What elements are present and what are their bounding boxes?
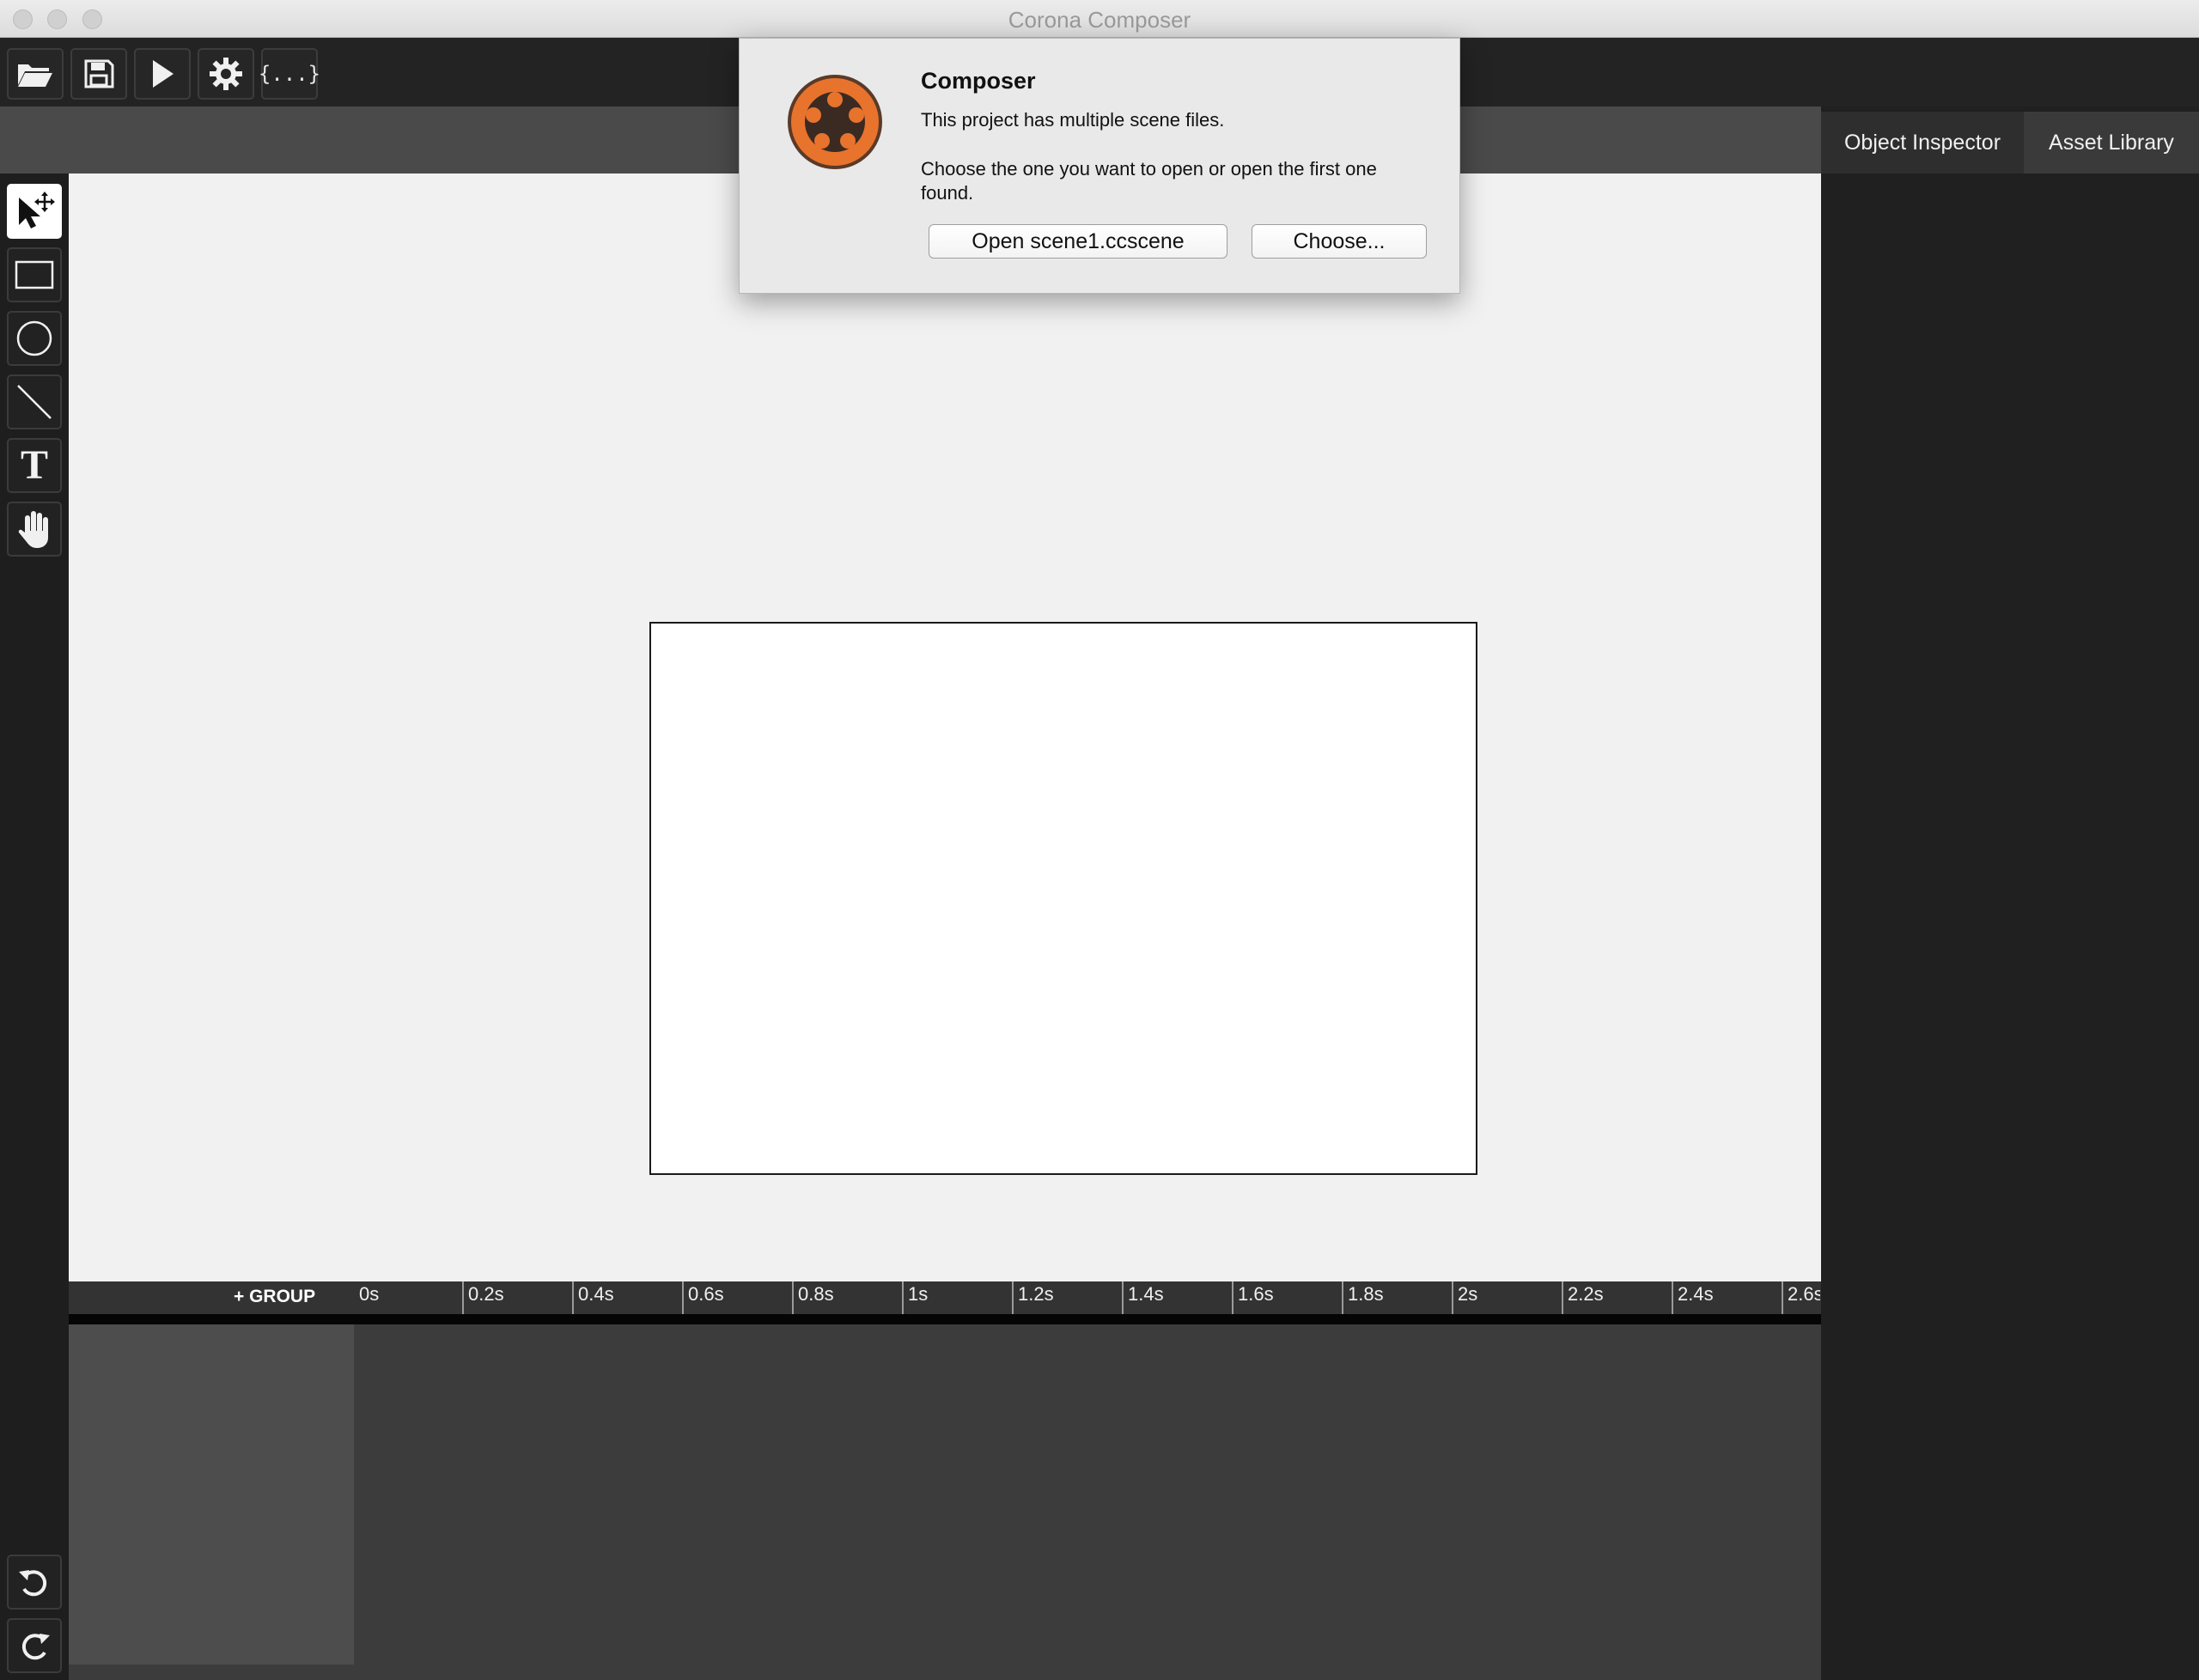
timeline-tick-label: 0s: [359, 1283, 380, 1305]
choose-scene-button[interactable]: Choose...: [1252, 224, 1427, 259]
line-icon: [17, 385, 52, 419]
play-icon: [153, 60, 174, 88]
open-folder-button[interactable]: [7, 48, 64, 100]
folder-open-icon: [18, 64, 52, 87]
timeline-tick: [1452, 1281, 1453, 1314]
timeline-tick: [1782, 1281, 1783, 1314]
timeline-tick: [1232, 1281, 1234, 1314]
redo-icon: [21, 1634, 50, 1660]
timeline-tick: [682, 1281, 684, 1314]
code-button[interactable]: {...}: [258, 48, 321, 100]
timeline-tick-label: 0.8s: [798, 1283, 834, 1305]
settings-button[interactable]: [198, 48, 254, 100]
gear-icon: [210, 58, 242, 90]
timeline-tick-label: 2.6s: [1788, 1283, 1820, 1305]
play-button[interactable]: [134, 48, 191, 100]
timeline-tick-label: 0.2s: [468, 1283, 504, 1305]
timeline-tick: [1562, 1281, 1563, 1314]
timeline-tick-label: 2.4s: [1678, 1283, 1714, 1305]
timeline-tick: [792, 1281, 794, 1314]
timeline-tick: [1012, 1281, 1014, 1314]
window-titlebar: Corona Composer: [0, 0, 2199, 38]
pointer-move-icon: [19, 192, 55, 228]
timeline-tick-label: 1.6s: [1238, 1283, 1274, 1305]
add-group-button[interactable]: + GROUP: [234, 1287, 315, 1307]
timeline-layer-list-footer: [69, 1665, 354, 1680]
text-icon: T: [20, 442, 48, 488]
timeline-tick-label: 0.4s: [578, 1283, 614, 1305]
stage-frame[interactable]: [649, 622, 1477, 1175]
tab-object-inspector[interactable]: Object Inspector: [1821, 112, 2024, 173]
window-title: Corona Composer: [1008, 7, 1191, 33]
open-scene-button[interactable]: Open scene1.ccscene: [929, 224, 1227, 259]
select-move-tool[interactable]: [7, 184, 62, 239]
tab-asset-library[interactable]: Asset Library: [2024, 112, 2199, 173]
timeline-tick: [462, 1281, 464, 1314]
redo-button[interactable]: [7, 1618, 62, 1673]
circle-icon: [16, 320, 52, 356]
code-braces-icon: {...}: [258, 62, 321, 86]
timeline-tick: [1672, 1281, 1673, 1314]
timeline-tick-label: 1.8s: [1348, 1283, 1384, 1305]
save-icon: [84, 59, 114, 88]
timeline-playhead-track[interactable]: [69, 1314, 1821, 1324]
timeline-tick-label: 1s: [908, 1283, 929, 1305]
circle-tool[interactable]: [7, 311, 62, 366]
rectangle-icon: [15, 260, 54, 289]
timeline-tick-label: 2.2s: [1568, 1283, 1604, 1305]
undo-button[interactable]: [7, 1555, 62, 1610]
timeline-tick: [902, 1281, 904, 1314]
timeline-tick-label: 0.6s: [688, 1283, 724, 1305]
scene-canvas[interactable]: [69, 173, 1821, 1281]
hand-tool[interactable]: [7, 502, 62, 557]
text-tool[interactable]: T: [7, 438, 62, 493]
timeline-tick-label: 2s: [1458, 1283, 1478, 1305]
undo-icon: [19, 1570, 47, 1597]
scene-choice-dialog: Composer This project has multiple scene…: [739, 38, 1460, 294]
timeline-tracks[interactable]: [354, 1324, 1821, 1680]
corona-logo-icon: [788, 75, 882, 169]
timeline-layer-list[interactable]: [69, 1324, 354, 1665]
rectangle-tool[interactable]: [7, 247, 62, 302]
dialog-message: This project has multiple scene files.: [921, 109, 1225, 131]
timeline-tick-label: 1.2s: [1018, 1283, 1054, 1305]
line-tool[interactable]: [7, 374, 62, 429]
timeline-ruler: [69, 1281, 1821, 1314]
dialog-instructions: Choose the one you want to open or open …: [921, 158, 1377, 204]
save-button[interactable]: [70, 48, 127, 100]
hand-icon: [18, 511, 48, 548]
timeline-tick: [572, 1281, 574, 1314]
dialog-title: Composer: [921, 68, 1036, 94]
timeline-tick: [1122, 1281, 1124, 1314]
tool-palette: T: [0, 173, 69, 1680]
timeline-tick: [1342, 1281, 1343, 1314]
right-panel: [1821, 107, 2199, 1680]
timeline-tick-label: 1.4s: [1128, 1283, 1164, 1305]
